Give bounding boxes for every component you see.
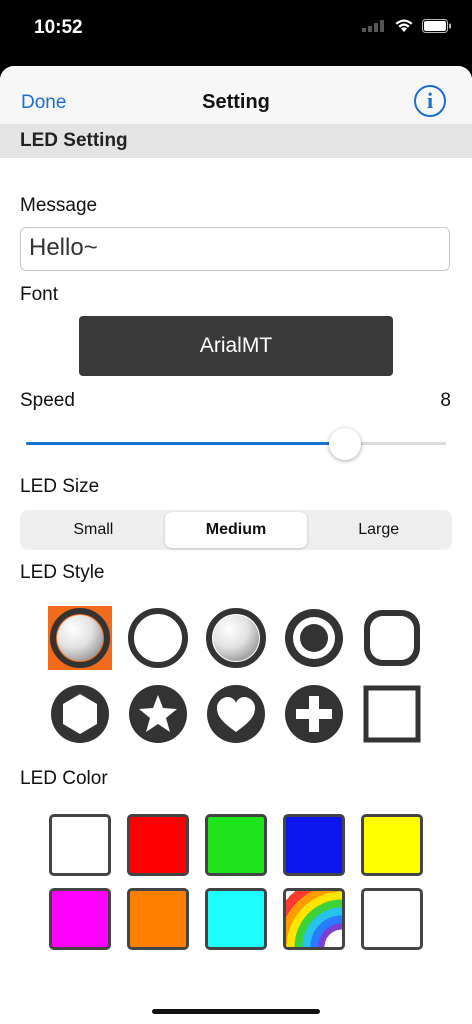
led-style-star[interactable] [126,682,190,746]
led-style-hexagon[interactable] [48,682,112,746]
settings-sheet: Done Setting i LED Setting Message Hello… [0,66,472,1024]
led-style-label: LED Style [20,562,105,583]
message-label: Message [20,195,98,216]
plus-icon [285,685,343,743]
dot-ring-icon [285,609,343,667]
color-swatch[interactable] [205,814,267,876]
color-swatch[interactable] [283,814,345,876]
navigation-bar: Done Setting i [0,66,472,124]
status-time: 10:52 [34,17,83,38]
led-style-plus[interactable] [282,682,346,746]
led-style-square[interactable] [360,682,424,746]
wifi-icon [395,19,413,32]
sphere-icon [206,608,266,668]
ring-icon [128,608,188,668]
color-swatch[interactable] [49,814,111,876]
speed-slider[interactable] [26,428,446,460]
font-label: Font [20,284,59,305]
hexagon-icon [51,685,109,743]
led-style-rounded-square[interactable] [360,606,424,670]
speed-label: Speed [20,390,75,411]
slider-thumb[interactable] [329,428,362,460]
square-icon [363,685,421,743]
status-bar: 10:52 [0,0,472,60]
section-title: LED Setting [20,130,128,151]
led-style-ring[interactable] [126,606,190,670]
page-title: Setting [202,91,270,113]
led-style-sphere[interactable] [204,606,268,670]
color-swatch[interactable] [49,888,111,950]
slider-fill [26,442,346,445]
info-icon[interactable]: i [414,85,446,117]
color-swatch[interactable] [127,814,189,876]
status-icons [362,18,452,33]
led-size-label: LED Size [20,476,100,497]
color-swatch[interactable] [361,814,423,876]
home-indicator [152,1009,320,1014]
led-style-heart[interactable] [204,682,268,746]
color-swatch[interactable] [361,888,423,950]
color-swatch-rainbow[interactable] [283,888,345,950]
font-select-button[interactable]: ArialMT [79,316,393,376]
rounded-square-icon [364,610,420,666]
size-option-medium[interactable]: Medium [164,512,308,548]
size-option-small[interactable]: Small [22,512,165,548]
color-swatch[interactable] [127,888,189,950]
speed-value: 8 [440,390,451,411]
led-size-segmented-control[interactable]: Small Medium Large [20,510,452,550]
size-option-large[interactable]: Large [307,512,450,548]
led-style-sphere-ring[interactable] [48,606,112,670]
color-swatch[interactable] [205,888,267,950]
battery-icon [422,18,451,33]
cellular-signal-icon [362,19,384,32]
led-style-dot-ring[interactable] [282,606,346,670]
sphere-ring-icon [50,608,110,668]
message-input[interactable]: Hello~ [20,227,450,271]
heart-icon [207,685,265,743]
star-icon [129,685,187,743]
section-header: LED Setting [0,124,472,158]
led-color-label: LED Color [20,768,108,789]
